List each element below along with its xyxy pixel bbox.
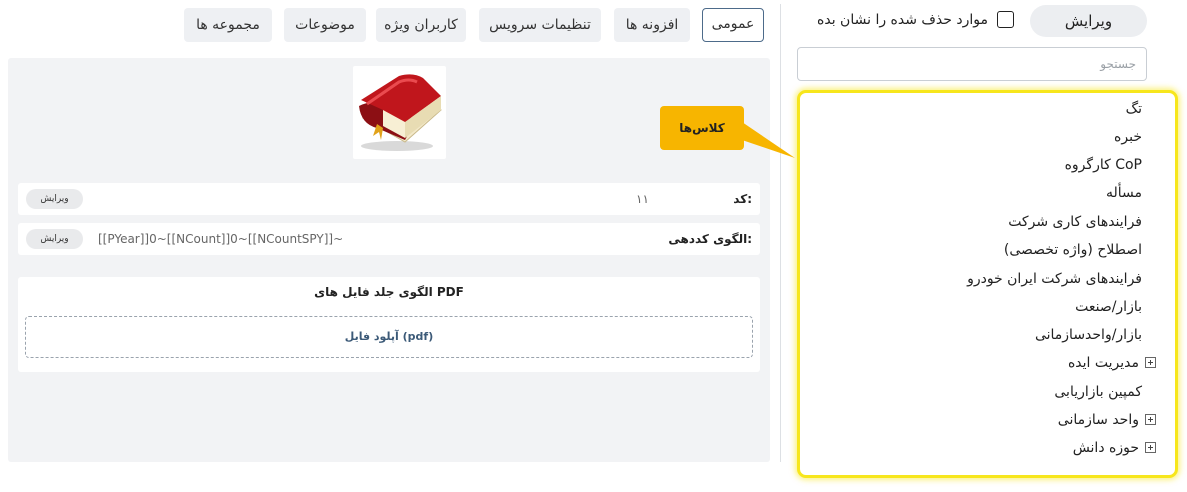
tree-item[interactable]: بازار/صنعت: [1075, 293, 1142, 321]
tree-item-label: مدیریت ایده: [1067, 355, 1139, 371]
pdf-cover-title: الگوی جلد فایل های PDF: [314, 285, 464, 299]
tree-item[interactable]: اصطلاح (واژه تخصصی): [1004, 236, 1142, 264]
tree-item-label: بازار/صنعت: [1075, 299, 1142, 315]
tree-item-label: حوزه دانش: [1072, 440, 1139, 456]
tab-bar: مجموعه ها موضوعات کاربران ویژه تنظیمات س…: [184, 8, 764, 42]
tab-topics[interactable]: موضوعات: [284, 8, 366, 42]
tree-item[interactable]: فرایندهای کاری شرکت: [1008, 208, 1142, 236]
tree-item[interactable]: تگ: [1126, 95, 1142, 123]
tree-item[interactable]: خبره: [1114, 123, 1142, 151]
tree-item[interactable]: مدیریت ایده: [1068, 349, 1156, 377]
search-input[interactable]: [797, 47, 1147, 81]
tree-item-label: فرایندهای کاری شرکت: [1008, 214, 1142, 230]
code-pattern-value: [[PYear]]0~[[NCount]]0~[[NCountSPY]]~: [98, 232, 344, 246]
tree-item[interactable]: حوزه دانش: [1073, 434, 1156, 462]
red-book-icon: [359, 74, 442, 151]
pdf-upload-dropzone[interactable]: آپلود فایل (pdf): [25, 316, 753, 358]
code-row: کد: ۱۱ ویرایش: [18, 183, 760, 215]
general-settings-panel: کد: ۱۱ ویرایش الگوی کددهی: [[PYear]]0~[[…: [8, 58, 770, 462]
tab-service-settings[interactable]: تنظیمات سرویس: [479, 8, 601, 42]
edit-button[interactable]: ویرایش: [1030, 5, 1147, 37]
code-value: ۱۱: [636, 192, 649, 206]
pdf-cover-section: الگوی جلد فایل های PDF آپلود فایل (pdf): [18, 277, 760, 372]
classes-callout: کلاس‌ها: [660, 106, 744, 150]
tab-special-users[interactable]: کاربران ویژه: [376, 8, 466, 42]
tree-item-label: مسأله: [1105, 185, 1142, 201]
code-label: کد:: [733, 192, 752, 206]
tree-item[interactable]: بازار/واحدسازمانی: [1035, 321, 1142, 349]
tree-item-label: کمپین بازاریابی: [1054, 384, 1142, 400]
code-pattern-label: الگوی کددهی:: [668, 232, 752, 246]
tree-item-label: واحد سازمانی: [1057, 412, 1139, 428]
tree-item-label: کارگروه CoP: [1064, 157, 1142, 173]
tree-item[interactable]: کمپین بازاریابی: [1054, 378, 1142, 406]
book-image: [353, 66, 446, 159]
tree-item-label: اصطلاح (واژه تخصصی): [1003, 242, 1142, 258]
plus-square-icon[interactable]: [1145, 356, 1156, 368]
tree-item[interactable]: مسأله: [1106, 179, 1142, 207]
tree-item-label: فرایندهای شرکت ایران خودرو: [967, 271, 1142, 287]
show-deleted-label: موارد حذف شده را نشان بده: [817, 12, 988, 28]
edit-code-pattern-button[interactable]: ویرایش: [26, 229, 83, 249]
tree-item[interactable]: واحد سازمانی: [1058, 406, 1156, 434]
tree-item[interactable]: کارگروه CoP: [1065, 151, 1142, 179]
tree-item-label: خبره: [1114, 129, 1142, 145]
tree-item-label: تگ: [1125, 101, 1142, 117]
tab-plugins[interactable]: افزونه ها: [614, 8, 690, 42]
tree-item-label: بازار/واحدسازمانی: [1034, 327, 1142, 343]
plus-square-icon[interactable]: [1145, 441, 1156, 453]
tree-item[interactable]: فرایندهای شرکت ایران خودرو: [967, 265, 1142, 293]
checkbox-icon[interactable]: [997, 11, 1014, 28]
panel-divider: [780, 4, 781, 462]
plus-square-icon[interactable]: [1145, 413, 1156, 425]
code-pattern-row: الگوی کددهی: [[PYear]]0~[[NCount]]0~[[NC…: [18, 223, 760, 255]
edit-code-button[interactable]: ویرایش: [26, 189, 83, 209]
show-deleted-toggle[interactable]: موارد حذف شده را نشان بده: [817, 9, 1014, 31]
class-tree: تگ خبره کارگروه CoP مسأله فرایندهای کاری…: [797, 90, 1178, 478]
tab-general[interactable]: عمومی: [702, 8, 764, 42]
tab-collections[interactable]: مجموعه ها: [184, 8, 272, 42]
